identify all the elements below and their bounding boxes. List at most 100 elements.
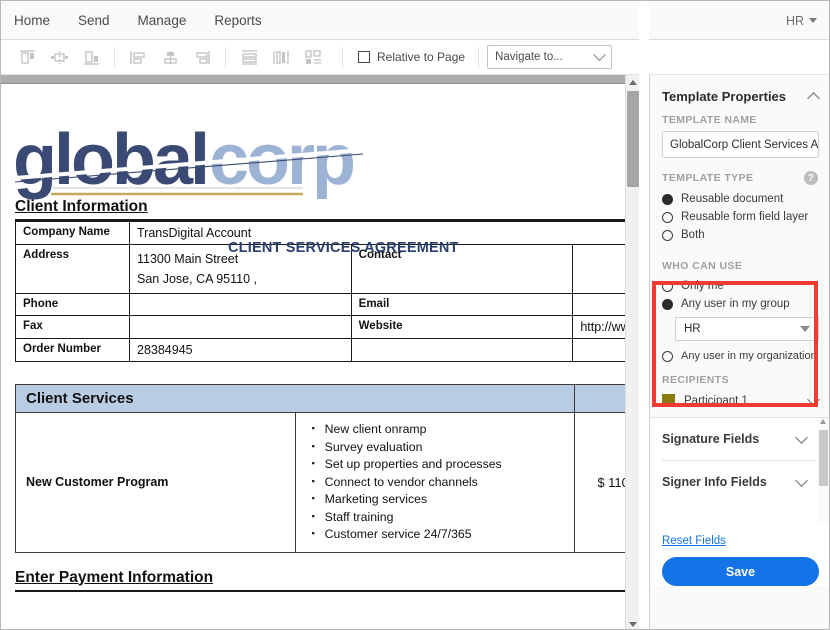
scroll-down-arrow-icon[interactable] [626,617,640,629]
radio-icon [662,280,673,292]
section-rule [15,589,639,592]
client-services-table: Client Services Investment New Customer … [14,384,639,553]
table-row: Fax Website http://www.transdigitalcorp.… [15,315,639,339]
cell-value-fax[interactable] [129,315,352,339]
viewer-gutter [639,1,649,557]
template-properties-panel: Template Properties TEMPLATE NAME Global… [649,75,829,629]
top-navigation-bar: Home Send Manage Reports HR [1,1,829,40]
radio-any-user-in-my-organization[interactable]: Any user in my organization [650,347,829,370]
cell-label-phone: Phone [15,293,130,316]
panel-footer: Reset Fields Save [650,525,829,586]
align-horizontal-center-icon[interactable] [44,44,74,70]
recipient-participant-1[interactable]: Participant 1 [650,391,829,417]
document-top-rule [1,75,639,84]
template-properties-header[interactable]: Template Properties [650,75,829,114]
service-items: New client onramp Survey evaluation Set … [294,412,576,553]
main-menu: Home Send Manage Reports [1,9,290,32]
template-name-input[interactable]: GlobalCorp Client Services Ag [662,131,819,158]
scroll-up-arrow-icon[interactable] [820,419,826,424]
distribute-vertical-icon[interactable] [234,44,264,70]
template-type-label-text: TEMPLATE TYPE [662,172,754,184]
cell-label-website: Website [350,315,574,339]
template-type-label: TEMPLATE TYPE ? [650,171,829,185]
list-item: Set up properties and processes [310,455,569,474]
account-menu[interactable]: HR [786,1,817,40]
save-button[interactable]: Save [662,557,819,586]
table-row: Phone Email [15,293,639,316]
section-payment-information: Enter Payment Information [15,568,214,586]
scroll-up-arrow-icon[interactable] [626,75,640,89]
navigate-to-dropdown[interactable]: Navigate to... [487,45,613,69]
radio-label: Any user in my organization [681,350,817,362]
document-scrollbar[interactable] [625,75,640,629]
chevron-down-icon [795,431,808,444]
align-bottom-icon[interactable] [76,44,106,70]
radio-label: Only me [681,280,724,292]
radio-any-user-in-my-group[interactable]: Any user in my group [650,295,829,313]
cell-value-order-number[interactable]: 28384945 [129,338,352,362]
account-label: HR [785,13,804,28]
template-name-label: TEMPLATE NAME [650,114,829,126]
cell-value-phone[interactable] [129,293,352,316]
radio-both[interactable]: Both [650,226,829,244]
radio-reusable-form-field-layer[interactable]: Reusable form field layer [650,208,829,226]
radio-label: Reusable form field layer [681,211,809,223]
radio-label: Any user in my group [681,298,790,310]
nav-send[interactable]: Send [78,9,124,32]
fields-section: Signature Fields Signer Info Fields [650,417,829,525]
checkbox-icon [358,51,370,63]
align-right-icon[interactable] [187,44,217,70]
align-top-icon[interactable] [12,44,42,70]
align-left-icon[interactable] [123,44,153,70]
reset-fields-link[interactable]: Reset Fields [650,525,738,555]
group-select-value: HR [684,323,701,335]
relative-to-page-checkbox[interactable]: Relative to Page [358,50,465,64]
fields-scrollbar[interactable] [818,418,829,525]
list-item: New client onramp [310,420,569,439]
radio-icon [662,229,673,241]
radio-only-me[interactable]: Only me [650,277,829,295]
recipients-label: RECIPIENTS [650,374,829,386]
radio-reusable-document[interactable]: Reusable document [650,190,829,208]
document-page: global corp CLIENT SERVICES AGREEMENT Cl… [1,122,639,629]
service-name: New Customer Program [15,412,296,553]
nav-reports[interactable]: Reports [214,9,275,32]
cell-label-company-name: Company Name [15,221,130,245]
chevron-down-icon [593,47,606,61]
toolbar-divider [225,47,226,67]
toolbar-divider [342,47,343,67]
list-item: Connect to vendor channels [310,473,569,492]
toolbar-divider [114,47,115,67]
template-name-value: GlobalCorp Client Services Ag [670,138,819,151]
group-select-dropdown[interactable]: HR [675,317,819,341]
align-vertical-center-icon[interactable] [155,44,185,70]
table-row: Order Number 28384945 [15,338,639,362]
who-can-use-label-text: WHO CAN USE [662,260,743,272]
document-scroll-thumb[interactable] [627,91,639,187]
application-window: Home Send Manage Reports HR Relative to … [0,0,830,630]
distribute-horizontal-icon[interactable] [266,44,296,70]
table-row: New Customer Program New client onramp S… [15,412,639,553]
signature-fields-label: Signature Fields [662,432,760,446]
signer-info-fields-section[interactable]: Signer Info Fields [650,461,829,503]
template-name-label-text: TEMPLATE NAME [662,114,757,126]
toolbar-divider [478,47,480,67]
recipient-color-swatch [662,394,675,407]
radio-icon [662,211,673,223]
nav-home[interactable]: Home [14,9,64,32]
match-size-icon[interactable] [298,44,328,70]
signature-fields-section[interactable]: Signature Fields [650,418,829,460]
signer-info-fields-label: Signer Info Fields [662,475,767,489]
radio-label: Reusable document [681,193,784,205]
recipients-label-text: RECIPIENTS [662,374,730,386]
chevron-down-icon[interactable] [807,392,820,406]
fields-scroll-thumb[interactable] [819,430,828,486]
help-icon[interactable]: ? [804,171,818,185]
nav-manage[interactable]: Manage [138,9,201,32]
relative-to-page-label: Relative to Page [377,50,466,64]
radio-icon-selected [662,298,673,310]
list-item: Staff training [310,508,569,527]
chevron-down-icon [800,326,810,332]
cell-label-blank [350,338,574,362]
radio-icon [662,350,673,362]
